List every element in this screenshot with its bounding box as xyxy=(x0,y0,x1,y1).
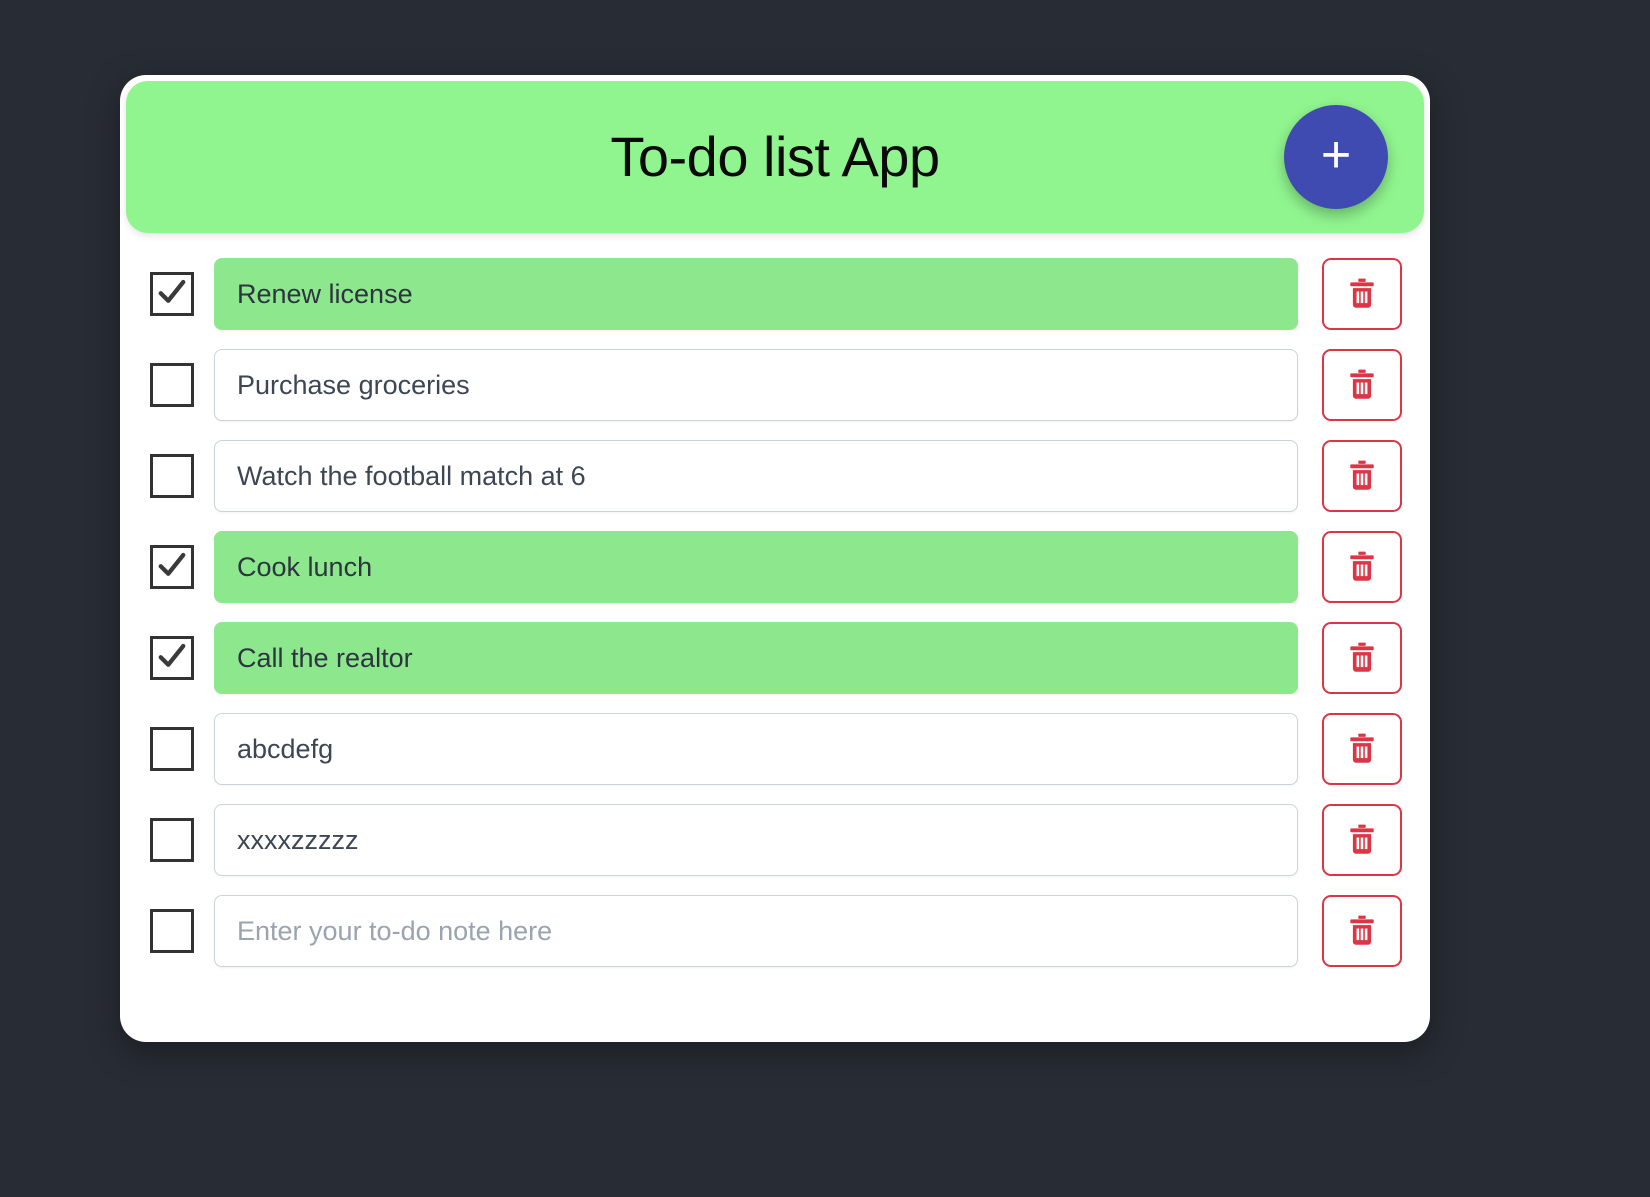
todo-text-input[interactable] xyxy=(214,713,1298,785)
plus-icon: + xyxy=(1320,126,1352,184)
todo-checkbox[interactable] xyxy=(150,636,194,680)
trash-icon xyxy=(1350,642,1374,672)
todo-text-input[interactable] xyxy=(214,258,1298,330)
delete-todo-button[interactable] xyxy=(1322,349,1402,421)
todo-text-input[interactable] xyxy=(214,531,1298,603)
todo-text-input[interactable] xyxy=(214,895,1298,967)
todo-checkbox[interactable] xyxy=(150,545,194,589)
app-header: To-do list App + xyxy=(126,81,1424,233)
delete-todo-button[interactable] xyxy=(1322,895,1402,967)
todo-row xyxy=(120,530,1430,604)
todo-row xyxy=(120,803,1430,877)
todo-checkbox[interactable] xyxy=(150,909,194,953)
todo-checkbox[interactable] xyxy=(150,272,194,316)
trash-icon xyxy=(1350,369,1374,399)
trash-icon xyxy=(1350,824,1374,854)
todo-row xyxy=(120,257,1430,331)
todo-row xyxy=(120,348,1430,422)
delete-todo-button[interactable] xyxy=(1322,622,1402,694)
todo-app-card: To-do list App + xyxy=(120,75,1430,1042)
trash-icon xyxy=(1350,915,1374,945)
todo-row xyxy=(120,712,1430,786)
todo-checkbox[interactable] xyxy=(150,727,194,771)
delete-todo-button[interactable] xyxy=(1322,258,1402,330)
trash-icon xyxy=(1350,733,1374,763)
todo-text-input[interactable] xyxy=(214,440,1298,512)
delete-todo-button[interactable] xyxy=(1322,804,1402,876)
trash-icon xyxy=(1350,551,1374,581)
todo-text-input[interactable] xyxy=(214,804,1298,876)
todo-list xyxy=(120,233,1430,968)
delete-todo-button[interactable] xyxy=(1322,531,1402,603)
todo-row xyxy=(120,894,1430,968)
todo-row xyxy=(120,621,1430,695)
todo-row xyxy=(120,439,1430,513)
todo-checkbox[interactable] xyxy=(150,363,194,407)
todo-text-input[interactable] xyxy=(214,349,1298,421)
todo-text-input[interactable] xyxy=(214,622,1298,694)
delete-todo-button[interactable] xyxy=(1322,440,1402,512)
check-icon xyxy=(158,553,186,577)
check-icon xyxy=(158,280,186,304)
todo-checkbox[interactable] xyxy=(150,454,194,498)
todo-checkbox[interactable] xyxy=(150,818,194,862)
add-todo-button[interactable]: + xyxy=(1284,105,1388,209)
delete-todo-button[interactable] xyxy=(1322,713,1402,785)
trash-icon xyxy=(1350,278,1374,308)
check-icon xyxy=(158,644,186,668)
trash-icon xyxy=(1350,460,1374,490)
page-title: To-do list App xyxy=(610,125,940,188)
